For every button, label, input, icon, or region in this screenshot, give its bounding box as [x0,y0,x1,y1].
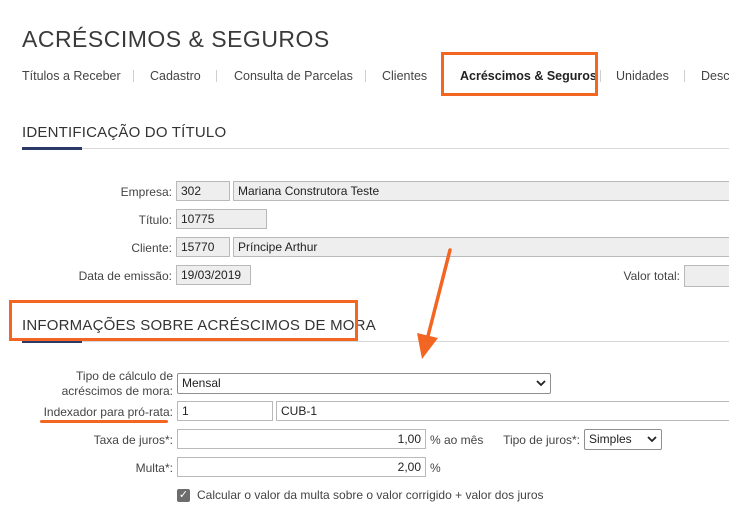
tab-consulta-de-parcelas[interactable]: Consulta de Parcelas [234,69,353,83]
tab-separator [684,70,685,82]
cliente-name-field[interactable]: Príncipe Arthur [233,237,729,257]
empresa-name-field[interactable]: Mariana Construtora Teste [233,181,729,201]
tab-separator [365,70,366,82]
tab-titulos-a-receber[interactable]: Títulos a Receber [22,69,121,83]
arrow-annotation-icon [417,248,452,359]
page-title: ACRÉSCIMOS & SEGUROS [22,26,330,52]
cliente-label: Cliente: [131,241,172,255]
chevron-down-icon [647,432,657,451]
empresa-label: Empresa: [120,185,172,199]
tipo-juros-label: Tipo de juros*: [503,433,580,447]
taxa-juros-unit: % ao mês [430,433,484,447]
section-divider [22,148,729,149]
calcular-multa-checkbox[interactable]: ✓ [177,489,190,502]
checkmark-icon: ✓ [178,489,189,501]
chevron-down-icon [536,376,546,395]
tab-desc[interactable]: Desc [701,69,729,83]
multa-field[interactable]: 2,00 [177,457,426,477]
active-tab-highlight [441,52,598,96]
empresa-code-field[interactable]: 302 [176,181,230,201]
section-divider [22,341,729,342]
data-emissao-label: Data de emissão: [78,269,172,283]
indexador-label: Indexador para pró-rata: [43,405,173,419]
tab-separator [216,70,217,82]
indexador-name-field[interactable]: CUB-1 [276,401,729,421]
titulo-field[interactable]: 10775 [176,209,267,229]
taxa-juros-label: Taxa de juros*: [93,433,173,447]
tipo-calculo-label-line2: acréscimos de mora: [61,384,173,398]
section-mora-highlight [9,300,358,341]
titulo-label: Título: [138,213,172,227]
valor-total-label: Valor total: [623,269,680,283]
tab-separator [600,70,601,82]
tab-cadastro[interactable]: Cadastro [150,69,201,83]
calcular-multa-label: Calcular o valor da multa sobre o valor … [197,488,544,502]
multa-label: Multa*: [135,461,173,475]
tipo-juros-select[interactable]: Simples [584,429,662,450]
tipo-calculo-selected: Mensal [182,376,221,390]
indexador-highlight-underline [40,420,168,423]
multa-unit: % [430,461,441,475]
cliente-code-field[interactable]: 15770 [176,237,230,257]
tab-clientes[interactable]: Clientes [382,69,427,83]
taxa-juros-field[interactable]: 1,00 [177,429,426,449]
indexador-code-field[interactable]: 1 [177,401,273,421]
tab-unidades[interactable]: Unidades [616,69,669,83]
data-emissao-field[interactable]: 19/03/2019 [176,265,251,285]
tipo-calculo-label-line1: Tipo de cálculo de [76,369,173,383]
tipo-calculo-label: Tipo de cálculo de acréscimos de mora: [40,369,173,399]
tipo-calculo-select[interactable]: Mensal [177,373,551,394]
valor-total-field[interactable] [684,265,729,287]
tab-separator [133,70,134,82]
tipo-juros-selected: Simples [589,432,632,446]
section-accent-bar [22,147,82,150]
section-title-identificacao: IDENTIFICAÇÃO DO TÍTULO [22,124,227,141]
